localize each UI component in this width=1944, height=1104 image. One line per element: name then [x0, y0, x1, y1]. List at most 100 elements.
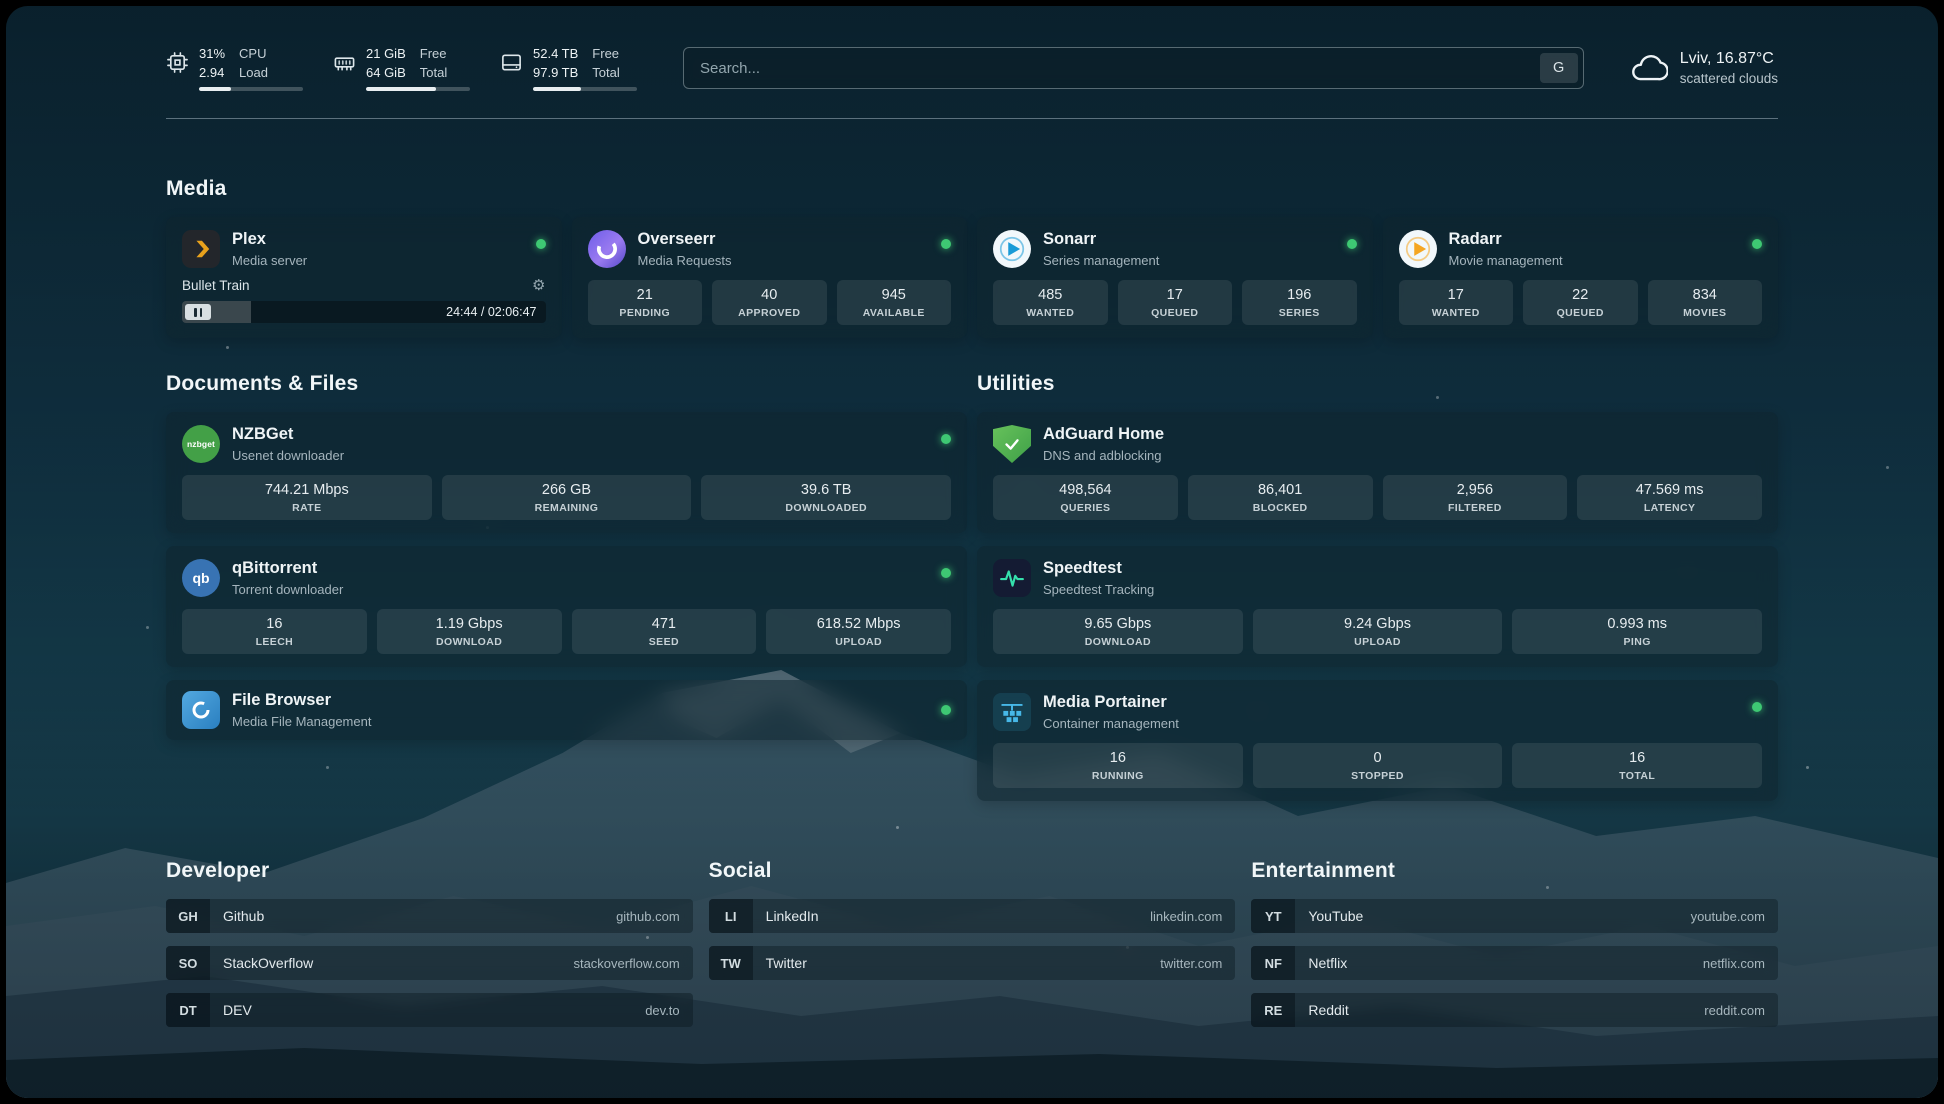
stat-value: 16	[186, 616, 363, 632]
search-input[interactable]	[698, 59, 1540, 78]
service-titles: NZBGet Usenet downloader	[232, 425, 344, 462]
memory-progress-bar	[366, 87, 470, 91]
disk-widget: 52.4 TB 97.9 TB Free Total	[500, 45, 637, 92]
stat: 9.65 GbpsDOWNLOAD	[993, 609, 1243, 654]
service-card-speedtest[interactable]: Speedtest Speedtest Tracking 9.65 GbpsDO…	[977, 546, 1778, 667]
nzbget-icon: nzbget	[182, 425, 220, 463]
stat-label: PENDING	[592, 307, 699, 319]
memory-total: 64 GiB	[366, 64, 406, 83]
pause-bar	[194, 308, 197, 317]
cpu-sublabel: Load	[239, 64, 268, 83]
service-card-adguard[interactable]: AdGuard Home DNS and adblocking 498,564Q…	[977, 412, 1778, 533]
bookmark-github[interactable]: GH Github github.com	[166, 899, 693, 933]
service-card-nzbget[interactable]: nzbget NZBGet Usenet downloader 744.21 M…	[166, 412, 967, 533]
overseerr-glyph	[592, 234, 622, 264]
bookmark-twitter[interactable]: TW Twitter twitter.com	[709, 946, 1236, 980]
adguard-icon	[993, 425, 1031, 463]
service-card-qbittorrent[interactable]: qb qBittorrent Torrent downloader 16 LEEC…	[166, 546, 967, 667]
bookmark-youtube[interactable]: YT YouTube youtube.com	[1251, 899, 1778, 933]
bookmark-netflix[interactable]: NF Netflix netflix.com	[1251, 946, 1778, 980]
service-header: AdGuard Home DNS and adblocking	[993, 425, 1762, 463]
stat-label: LEECH	[186, 636, 363, 648]
cpu-load-value: 2.94	[199, 64, 225, 83]
service-name: AdGuard Home	[1043, 425, 1164, 443]
stat: 86,401BLOCKED	[1188, 475, 1373, 520]
stat-value: 17	[1403, 287, 1510, 303]
service-header: qb qBittorrent Torrent downloader	[182, 559, 951, 597]
stat: 17QUEUED	[1118, 280, 1233, 325]
bookmark-name: StackOverflow	[223, 955, 313, 971]
bookmark-name: Netflix	[1308, 955, 1347, 971]
service-titles: Media Portainer Container management	[1043, 693, 1179, 730]
section-title-media: Media	[166, 177, 1778, 201]
service-card-overseerr[interactable]: Overseerr Media Requests 21PENDING 40APP…	[572, 217, 968, 338]
status-dot	[1752, 239, 1762, 249]
service-name: Sonarr	[1043, 230, 1159, 248]
bookmark-name: Twitter	[766, 955, 807, 971]
stat-label: QUEUED	[1527, 307, 1634, 319]
search-provider-button[interactable]: G	[1540, 53, 1578, 83]
cpu-values: 31% 2.94 CPU Load	[199, 45, 303, 83]
stat: 945AVAILABLE	[837, 280, 952, 325]
disk-free-label: Free	[592, 45, 619, 64]
cpu-icon	[166, 51, 189, 74]
bookmark-name: DEV	[223, 1002, 252, 1018]
stat-value: 22	[1527, 287, 1634, 303]
bookmark-abbr: GH	[166, 899, 210, 933]
service-description: Series management	[1043, 253, 1159, 268]
plex-glyph	[190, 238, 212, 260]
stat: 485WANTED	[993, 280, 1108, 325]
stat-value: 471	[576, 616, 753, 632]
service-name: File Browser	[232, 691, 371, 709]
speedtest-icon	[993, 559, 1031, 597]
service-header: Overseerr Media Requests	[588, 230, 952, 268]
service-card-radarr[interactable]: Radarr Movie management 17WANTED 22QUEUE…	[1383, 217, 1779, 338]
memory-icon	[333, 51, 356, 74]
pause-button[interactable]	[185, 304, 211, 320]
service-card-plex[interactable]: Plex Media server Bullet Train ⚙ 24:44 /	[166, 217, 562, 338]
bookmark-abbr: LI	[709, 899, 753, 933]
service-card-filebrowser[interactable]: File Browser Media File Management	[166, 680, 967, 740]
service-stats: 485WANTED 17QUEUED 196SERIES	[993, 280, 1357, 325]
service-name: NZBGet	[232, 425, 344, 443]
cloud-icon	[1630, 49, 1668, 87]
bookmark-abbr: TW	[709, 946, 753, 980]
disk-values: 52.4 TB 97.9 TB Free Total	[533, 45, 637, 83]
service-header: Speedtest Speedtest Tracking	[993, 559, 1762, 597]
gear-icon[interactable]: ⚙	[532, 278, 545, 293]
cpu-label-col: CPU Load	[239, 45, 268, 83]
bookmark-url: github.com	[616, 909, 693, 924]
bookmark-linkedin[interactable]: LI LinkedIn linkedin.com	[709, 899, 1236, 933]
stat: 471SEED	[572, 609, 757, 654]
stat-label: RATE	[186, 502, 428, 514]
nzbget-logo-text: nzbget	[187, 439, 215, 449]
stat-value: 86,401	[1192, 482, 1369, 498]
stat-value: 485	[997, 287, 1104, 303]
plex-progress-bar[interactable]: 24:44 / 02:06:47	[182, 301, 546, 323]
bookmark-dev[interactable]: DT DEV dev.to	[166, 993, 693, 1027]
bookmark-group-social: Social LI LinkedIn linkedin.com TW Twitt…	[709, 859, 1236, 1027]
stat-label: AVAILABLE	[841, 307, 948, 319]
stat: 22 QUEUED	[1523, 280, 1638, 325]
service-description: Container management	[1043, 716, 1179, 731]
bookmark-url: dev.to	[645, 1003, 692, 1018]
utilities-stack: AdGuard Home DNS and adblocking 498,564Q…	[977, 412, 1778, 801]
service-titles: Radarr Movie management	[1449, 230, 1563, 267]
status-dot	[941, 434, 951, 444]
bookmark-stackoverflow[interactable]: SO StackOverflow stackoverflow.com	[166, 946, 693, 980]
stat: 16 LEECH	[182, 609, 367, 654]
memory-progress-fill	[366, 87, 436, 91]
bookmark-reddit[interactable]: RE Reddit reddit.com	[1251, 993, 1778, 1027]
stat-label: RUNNING	[997, 770, 1239, 782]
cpu-readout: 31% 2.94 CPU Load	[199, 45, 303, 92]
service-card-sonarr[interactable]: Sonarr Series management 485WANTED 17QUE…	[977, 217, 1373, 338]
stat-value: 266 GB	[446, 482, 688, 498]
snow-particles	[6, 6, 9, 9]
bookmark-url: youtube.com	[1691, 909, 1778, 924]
disk-progress-fill	[533, 87, 581, 91]
service-card-portainer[interactable]: Media Portainer Container management 16R…	[977, 680, 1778, 801]
bookmark-name: Reddit	[1308, 1002, 1348, 1018]
stat-label: DOWNLOAD	[381, 636, 558, 648]
service-header: Sonarr Series management	[993, 230, 1357, 268]
stat: 1.19 GbpsDOWNLOAD	[377, 609, 562, 654]
